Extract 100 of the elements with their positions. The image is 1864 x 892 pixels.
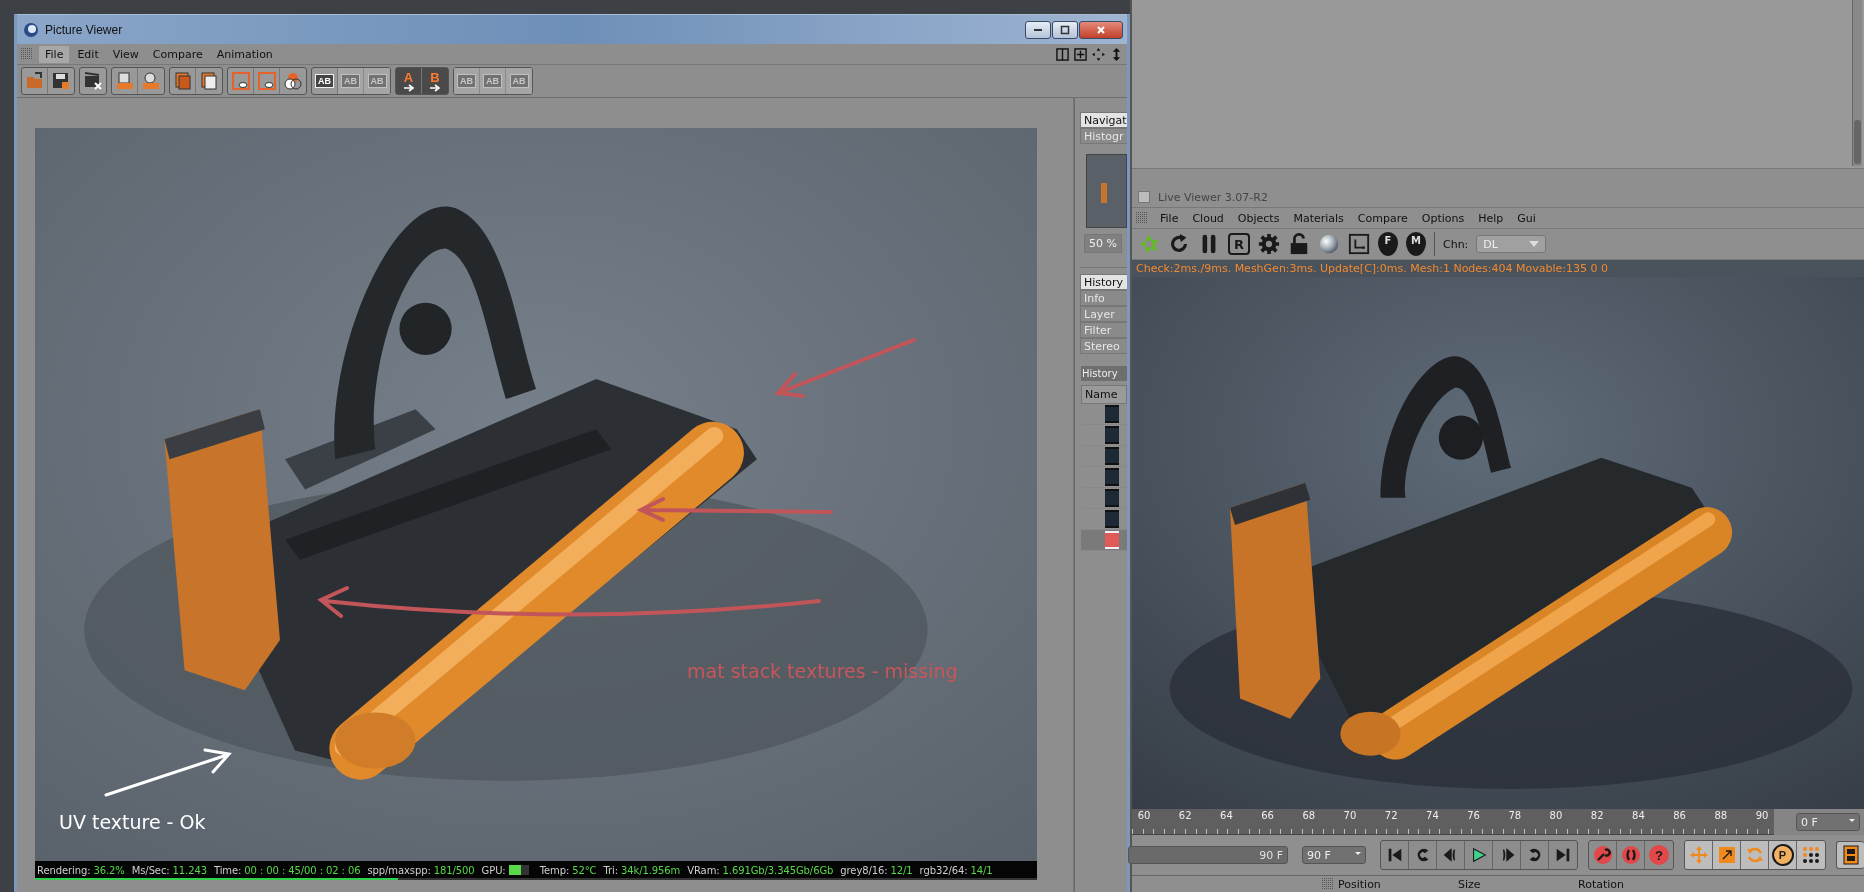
arrow-button[interactable]: B bbox=[422, 68, 448, 94]
menu-item[interactable]: Animation bbox=[210, 45, 279, 63]
menu-item[interactable]: Help bbox=[1472, 209, 1510, 227]
history-row[interactable] bbox=[1081, 425, 1127, 446]
status-label: GPU: bbox=[481, 864, 506, 876]
timeline-ruler[interactable]: 60 62 64 66 68 70 72 74 76 78 80 82 84 86 88 90 bbox=[1132, 809, 1774, 835]
gpu-meter bbox=[508, 865, 529, 875]
menu-item[interactable]: Cloud bbox=[1186, 209, 1230, 227]
region-icon[interactable] bbox=[1348, 233, 1370, 255]
add-panel-icon[interactable] bbox=[1074, 47, 1087, 61]
grip-icon[interactable] bbox=[1136, 212, 1148, 224]
menu-item[interactable]: Gui bbox=[1511, 209, 1542, 227]
refresh-icon[interactable] bbox=[1168, 233, 1190, 255]
circles-icon bbox=[283, 71, 303, 91]
arrow-icon bbox=[402, 83, 415, 92]
maximize-icon bbox=[1060, 24, 1070, 35]
menu-item[interactable]: Objects bbox=[1231, 209, 1286, 227]
rotate-icon bbox=[1744, 845, 1765, 865]
status-value: 14/1 bbox=[970, 864, 993, 876]
column-label: Rotation bbox=[1578, 877, 1625, 891]
channel-label: Chn: bbox=[1443, 237, 1469, 251]
history-row[interactable] bbox=[1081, 404, 1127, 425]
region-icon bbox=[230, 71, 251, 91]
sphere-icon[interactable] bbox=[1318, 233, 1340, 255]
render-region-button[interactable]: R bbox=[1228, 233, 1250, 255]
minimize-icon bbox=[1034, 28, 1042, 31]
export-icon bbox=[114, 71, 135, 91]
region-icon bbox=[256, 71, 277, 91]
pages-icon bbox=[172, 71, 193, 91]
end-frame-field: 90 F bbox=[1128, 846, 1288, 864]
grip-icon[interactable] bbox=[1322, 878, 1334, 890]
current-frame-field[interactable]: 0 F bbox=[1796, 813, 1860, 831]
window-checkbox[interactable] bbox=[1138, 191, 1150, 203]
status-label: VRam: bbox=[687, 864, 720, 876]
menu-item[interactable]: Compare bbox=[1351, 209, 1414, 227]
arrow-button[interactable]: A bbox=[396, 68, 422, 94]
zoom-value[interactable]: 50 % bbox=[1084, 234, 1122, 253]
scrollbar[interactable] bbox=[1852, 0, 1862, 166]
maximize-button[interactable] bbox=[1052, 20, 1078, 39]
render-stats: Check:2ms./9ms. MeshGen:3ms. Update[C]:0ms. Mesh:1 Nodes:404 Movable:135 0 0 bbox=[1136, 262, 1608, 275]
status-value: 34k/1.956m bbox=[620, 864, 681, 876]
minimize-button[interactable] bbox=[1025, 20, 1051, 39]
dots-icon bbox=[1801, 845, 1821, 865]
status-label: spp/maxspp: bbox=[367, 864, 431, 876]
status-label: Tri: bbox=[603, 864, 618, 876]
menu-item[interactable]: Edit bbox=[71, 45, 105, 63]
menu-item[interactable]: Materials bbox=[1287, 209, 1350, 227]
arrow-up-down-icon[interactable] bbox=[1110, 47, 1123, 61]
status-value: 36.2% bbox=[93, 864, 125, 876]
window-title: Picture Viewer bbox=[45, 22, 123, 37]
status-label: Time: bbox=[214, 864, 242, 876]
menu-item[interactable]: Options bbox=[1415, 209, 1471, 227]
layout-icon[interactable] bbox=[1056, 47, 1069, 61]
status-label: grey8/16: bbox=[840, 864, 888, 876]
panel-tab[interactable]: History bbox=[1080, 274, 1127, 290]
status-value: 11.243 bbox=[172, 864, 207, 876]
pages-icon bbox=[199, 71, 219, 91]
status-value: 181/500 bbox=[433, 864, 475, 876]
grip-icon[interactable] bbox=[21, 48, 33, 60]
column-label: Size bbox=[1458, 877, 1482, 891]
film-button[interactable] bbox=[1836, 841, 1864, 869]
menu-item[interactable]: View bbox=[106, 45, 145, 63]
window-title: Live Viewer 3.07-R2 bbox=[1158, 190, 1268, 204]
brackets-icon bbox=[1620, 845, 1641, 865]
column-header[interactable]: Name bbox=[1081, 385, 1127, 404]
status-label: Ms/Sec: bbox=[131, 864, 170, 876]
folder-icon bbox=[24, 71, 45, 91]
split-button[interactable]: AB bbox=[312, 68, 338, 94]
film-icon bbox=[1840, 845, 1861, 865]
clapper-icon bbox=[83, 71, 103, 91]
history-row[interactable] bbox=[1081, 488, 1127, 509]
close-icon bbox=[1096, 24, 1106, 35]
close-button[interactable] bbox=[1079, 20, 1123, 39]
settings-icon[interactable] bbox=[1258, 233, 1280, 255]
status-label: rgb32/64: bbox=[919, 864, 968, 876]
padlock-icon[interactable] bbox=[1288, 233, 1310, 255]
history-row[interactable] bbox=[1081, 467, 1127, 488]
app-logo-icon bbox=[23, 21, 39, 38]
move-icon[interactable] bbox=[1092, 47, 1105, 61]
history-row[interactable] bbox=[1081, 530, 1127, 551]
status-label: Rendering: bbox=[37, 864, 91, 876]
navigator-thumbnail[interactable] bbox=[1086, 154, 1127, 228]
end-frame-field[interactable]: 90 F bbox=[1302, 846, 1366, 864]
panel-title: History bbox=[1081, 366, 1127, 381]
scale-icon bbox=[1716, 845, 1737, 865]
map-pin-button[interactable]: F bbox=[1378, 232, 1398, 256]
annotation-text: mat stack textures - missing bbox=[687, 660, 958, 682]
status-value: 52°C bbox=[572, 864, 597, 876]
column-label: Position bbox=[1338, 877, 1382, 891]
menu-item[interactable]: File bbox=[39, 45, 70, 63]
key-icon bbox=[1592, 845, 1613, 865]
caret-icon bbox=[1529, 241, 1540, 247]
menu-item[interactable]: Compare bbox=[146, 45, 209, 63]
status-value: 00 : 00 : 45/00 : 02 : 06 bbox=[244, 864, 361, 876]
move-icon bbox=[1688, 845, 1709, 865]
menu-item[interactable]: File bbox=[1154, 209, 1185, 227]
map-pin-button[interactable]: M bbox=[1406, 232, 1426, 256]
panel-tab[interactable]: Navigat bbox=[1080, 112, 1127, 128]
history-row[interactable] bbox=[1081, 446, 1127, 467]
arrow-icon bbox=[429, 83, 441, 92]
